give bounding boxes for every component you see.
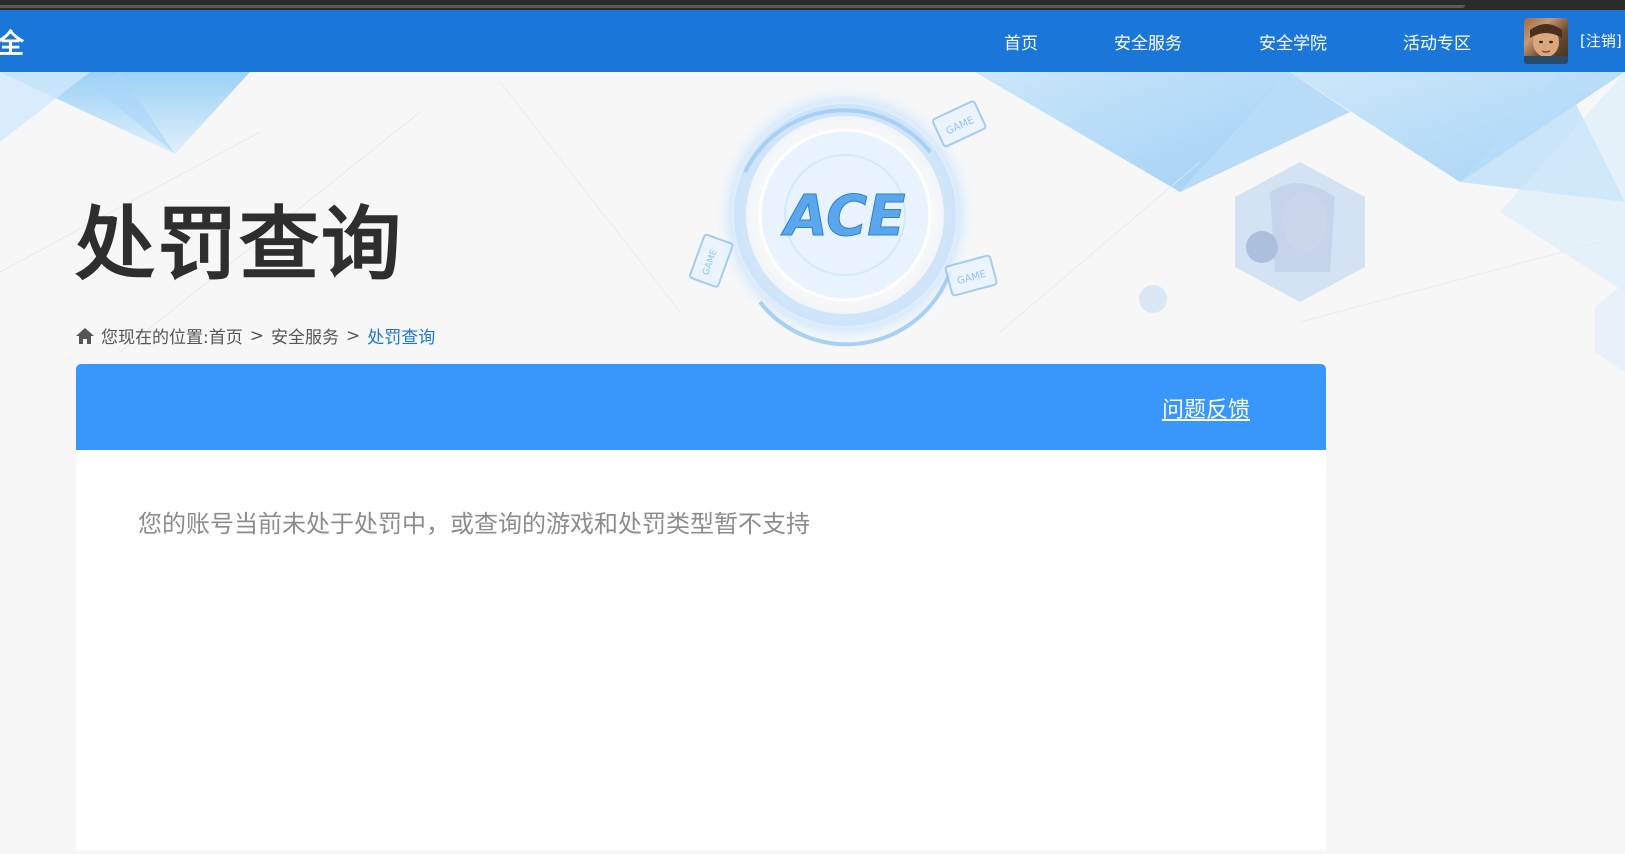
home-icon: [76, 327, 94, 344]
user-avatar[interactable]: [1524, 18, 1568, 64]
logout-link[interactable]: [注销]: [1580, 30, 1622, 51]
page-title: 处罚查询: [75, 198, 403, 291]
breadcrumb: 您现在的位置: 首页 > 安全服务 > 处罚查询: [75, 323, 435, 348]
breadcrumb-current[interactable]: 处罚查询: [367, 323, 435, 348]
feedback-link[interactable]: 问题反馈: [1162, 392, 1250, 424]
breadcrumb-separator: >: [249, 325, 264, 346]
breadcrumb-home[interactable]: 首页: [209, 323, 243, 348]
avatar-image-icon: [1524, 24, 1568, 64]
top-navbar: 全 首页 安全服务 安全学院 活动专区 [注销]: [0, 10, 1625, 72]
nav-activity-zone[interactable]: 活动专区: [1403, 29, 1471, 54]
result-panel: 问题反馈 您的账号当前未处于处罚中，或查询的游戏和处罚类型暂不支持: [76, 364, 1326, 850]
result-message: 您的账号当前未处于处罚中，或查询的游戏和处罚类型暂不支持: [138, 510, 810, 538]
breadcrumb-separator: >: [345, 325, 361, 346]
browser-top-strip: [0, 0, 1625, 10]
ace-logo: ACE: [781, 184, 906, 249]
brand-logo[interactable]: 全: [0, 22, 24, 61]
nav-security-academy[interactable]: 安全学院: [1259, 29, 1327, 54]
panel-header: 问题反馈: [76, 364, 1326, 450]
nav-security-service[interactable]: 安全服务: [1114, 29, 1182, 54]
breadcrumb-prefix: 您现在的位置:: [101, 328, 209, 348]
breadcrumb-security-service[interactable]: 安全服务: [271, 323, 339, 348]
nav-home[interactable]: 首页: [1004, 29, 1038, 54]
